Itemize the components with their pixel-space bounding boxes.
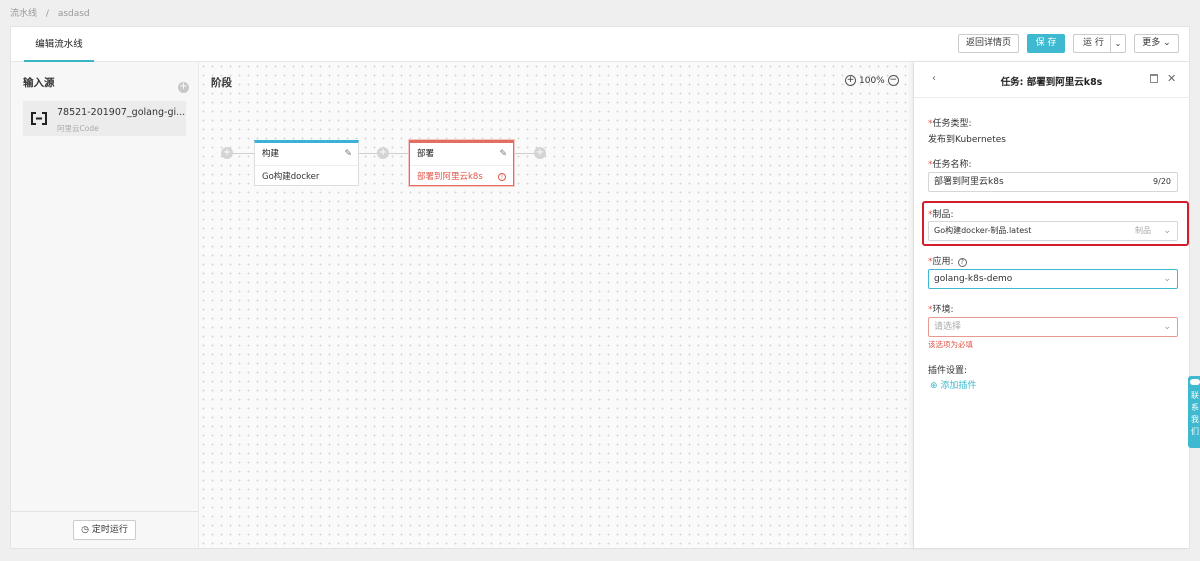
task-type-label: *任务类型:: [928, 119, 972, 129]
contact-us-tab[interactable]: 联 系 我 们: [1188, 376, 1200, 448]
save-button[interactable]: 保 存: [1027, 34, 1065, 53]
env-label: *环境:: [928, 305, 954, 315]
artifact-label: *制品:: [928, 210, 954, 220]
source-name: 78521-201907_golang-gi...: [57, 107, 186, 118]
task-panel-title: 任务: 部署到阿里云k8s: [1000, 77, 1103, 88]
app-label: *应用:?: [928, 254, 967, 267]
env-placeholder: 请选择: [934, 322, 962, 332]
char-count: 9/20: [1153, 177, 1171, 186]
zoom-controls: + 100% −: [845, 75, 899, 86]
artifact-select[interactable]: Go构建docker-制品.latest 制品 ⌄: [928, 221, 1178, 241]
contact-char: 们: [1191, 427, 1199, 436]
chevron-down-icon: ⌄: [1163, 38, 1171, 48]
zoom-out-icon[interactable]: −: [887, 75, 899, 86]
editor-topbar: 编辑流水线 返回详情页 保 存 运 行 ⌄ 更多 ⌄: [11, 27, 1189, 62]
more-menu-button[interactable]: 更多 ⌄: [1134, 34, 1179, 53]
plugin-settings-label: 插件设置:: [928, 366, 968, 376]
plus-circle-icon: ⊕: [930, 381, 938, 391]
chevron-down-icon: ⌄: [1163, 274, 1171, 284]
task-name-label: *任务名称:: [928, 160, 972, 170]
task-config-panel: ‹ 任务: 部署到阿里云k8s ✕ *任务类型: 发布到Kubernetes *…: [913, 62, 1189, 548]
edit-pencil-icon[interactable]: ✎: [344, 143, 352, 165]
env-error-text: 该选项为必填: [928, 340, 973, 349]
chevron-down-icon: ⌄: [1163, 226, 1171, 236]
help-icon[interactable]: ?: [957, 258, 967, 267]
close-icon[interactable]: ✕: [1167, 72, 1176, 85]
breadcrumb-pipelines[interactable]: 流水线: [10, 9, 37, 19]
task-name-input[interactable]: 部署到阿里云k8s 9/20: [928, 172, 1178, 192]
job-title: 构建: [262, 149, 280, 159]
artifact-value: Go构建docker-制品.latest: [934, 226, 1032, 235]
breadcrumb-current: asdasd: [57, 9, 90, 19]
add-stage-icon[interactable]: +: [221, 147, 233, 159]
chat-icon: [1190, 379, 1200, 385]
timed-run-button[interactable]: ◷ 定时运行: [73, 520, 136, 540]
job-header: 部署 ✎: [410, 143, 513, 166]
zoom-level: 100%: [859, 75, 885, 86]
sources-title: 输入源: [23, 77, 55, 89]
code-repo-icon: [31, 112, 47, 125]
more-button-label: 更多: [1142, 38, 1161, 48]
clock-icon: ◷: [81, 525, 89, 535]
zoom-in-icon[interactable]: +: [845, 75, 856, 86]
contact-char: 系: [1191, 403, 1199, 412]
add-stage-icon[interactable]: +: [377, 147, 389, 159]
run-dropdown-chevron-icon[interactable]: ⌄: [1110, 35, 1125, 52]
trash-icon[interactable]: [1150, 74, 1158, 83]
stage-canvas[interactable]: 阶段 + 100% − + + + 构建 ✎ Go构建docker 部署 ✎ 部…: [199, 62, 913, 548]
job-title: 部署: [417, 149, 435, 159]
tab-edit-pipeline[interactable]: 编辑流水线: [24, 27, 94, 62]
source-item[interactable]: 78521-201907_golang-gi... 阿里云Code: [23, 101, 186, 136]
job-task-error[interactable]: 部署到阿里云k8s !: [410, 166, 513, 188]
job-card-deploy[interactable]: 部署 ✎ 部署到阿里云k8s !: [409, 140, 514, 186]
job-card-build[interactable]: 构建 ✎ Go构建docker: [254, 140, 359, 186]
breadcrumb-separator: /: [45, 9, 49, 19]
env-select[interactable]: 请选择 ⌄: [928, 317, 1178, 337]
add-source-icon[interactable]: +: [178, 82, 189, 93]
add-plugin-label: 添加插件: [940, 381, 977, 391]
warning-icon: !: [498, 173, 506, 181]
pipeline-editor: 编辑流水线 返回详情页 保 存 运 行 ⌄ 更多 ⌄ 输入源 + 78521-2…: [10, 26, 1190, 549]
timed-run-label: 定时运行: [91, 525, 128, 535]
chevron-down-icon: ⌄: [1163, 322, 1171, 332]
run-button-label: 运 行: [1083, 38, 1104, 48]
run-button[interactable]: 运 行 ⌄: [1073, 34, 1126, 53]
task-panel-header: ‹ 任务: 部署到阿里云k8s ✕: [914, 62, 1189, 98]
edit-pencil-icon[interactable]: ✎: [499, 143, 507, 165]
sources-footer: ◷ 定时运行: [11, 511, 198, 548]
contact-char: 我: [1191, 415, 1199, 424]
job-task: 部署到阿里云k8s: [417, 172, 483, 182]
breadcrumb: 流水线 / asdasd: [10, 6, 90, 19]
add-plugin-link[interactable]: ⊕ 添加插件: [930, 378, 976, 391]
add-stage-icon[interactable]: +: [534, 147, 546, 159]
task-name-value: 部署到阿里云k8s: [934, 177, 1004, 187]
source-type: 阿里云Code: [57, 124, 99, 133]
job-header: 构建 ✎: [255, 143, 358, 166]
task-type-value: 发布到Kubernetes: [928, 135, 1006, 145]
artifact-hint: 制品: [1135, 226, 1151, 235]
app-select[interactable]: golang-k8s-demo ⌄: [928, 269, 1178, 289]
sources-panel: 输入源 + 78521-201907_golang-gi... 阿里云Code …: [11, 62, 199, 548]
stage-title: 阶段: [211, 77, 232, 89]
job-task[interactable]: Go构建docker: [255, 166, 358, 188]
back-to-details-button[interactable]: 返回详情页: [958, 34, 1019, 53]
app-value: golang-k8s-demo: [934, 274, 1013, 284]
contact-char: 联: [1191, 391, 1199, 400]
